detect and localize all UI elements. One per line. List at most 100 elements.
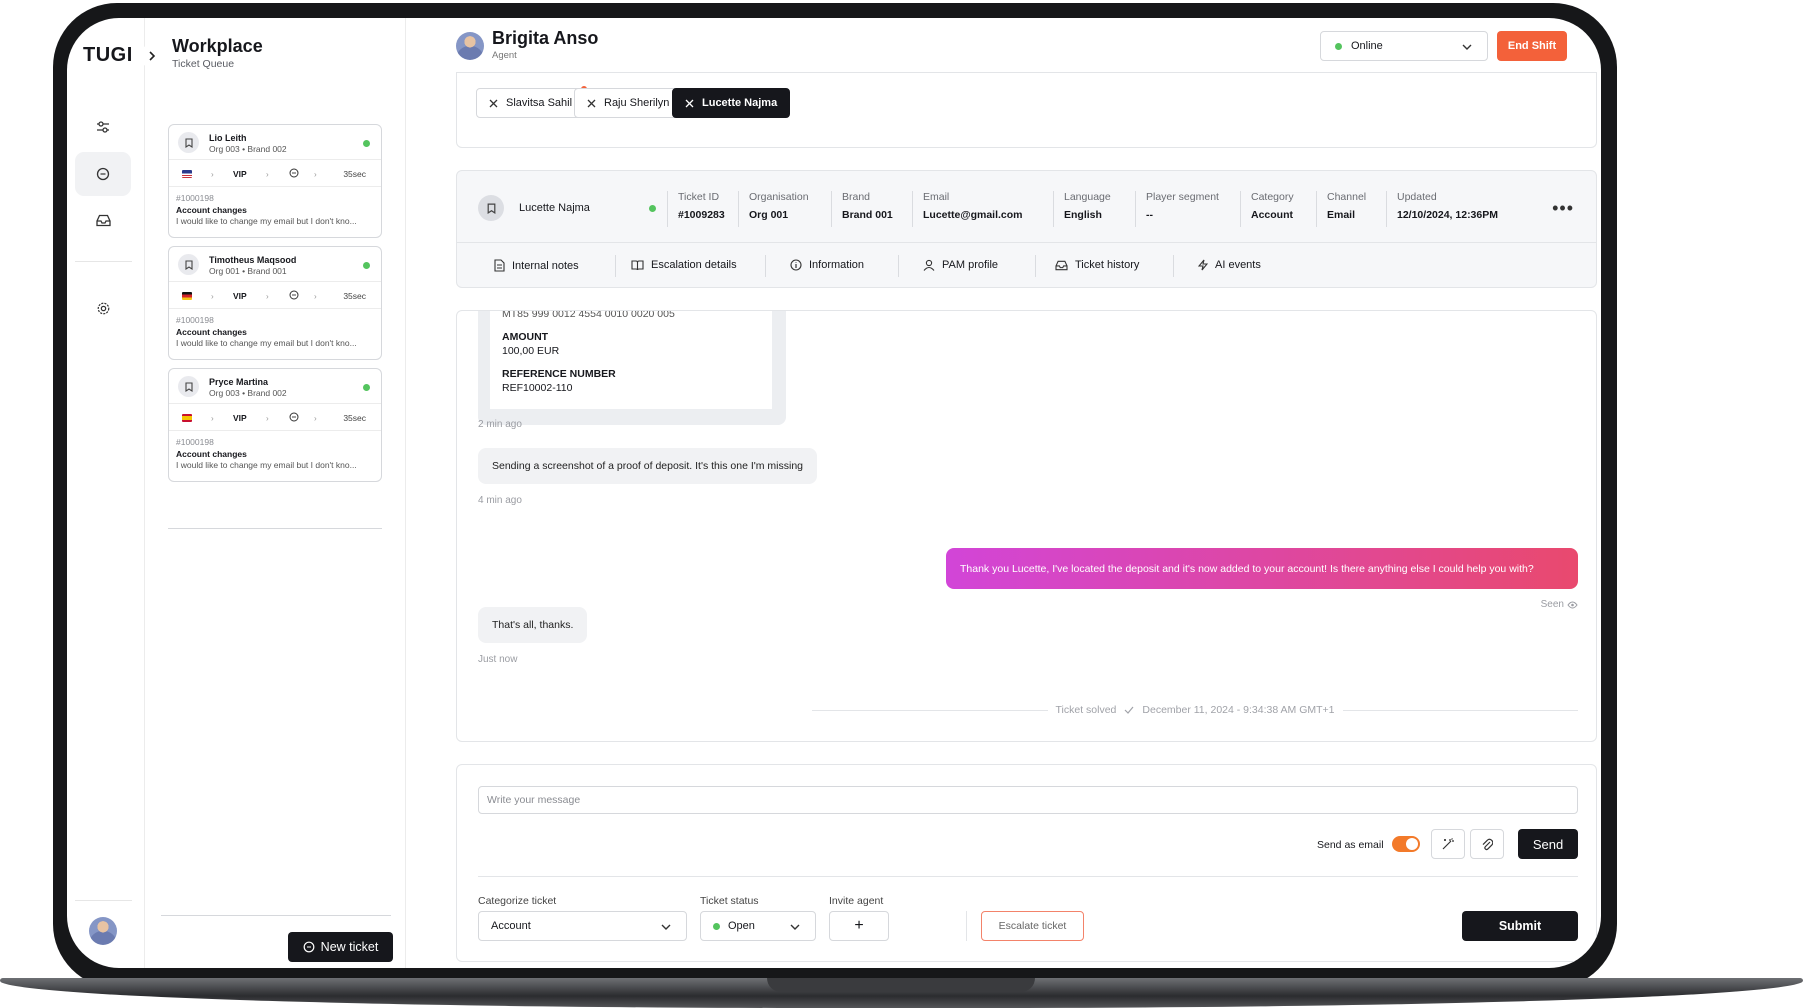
agent-status-value: Online <box>1351 40 1383 52</box>
compose-panel: Write your message Send as email Send Ca… <box>456 764 1597 962</box>
sliders-icon <box>97 121 109 133</box>
close-icon[interactable] <box>489 99 498 108</box>
ticket-category: Account changes <box>176 448 247 459</box>
bookmark-icon[interactable] <box>178 376 199 397</box>
attach-file-button[interactable] <box>1470 829 1504 859</box>
tab-information[interactable]: Information <box>790 259 864 271</box>
bookmark-icon[interactable] <box>178 254 199 275</box>
customer-name: Lucette Najma <box>519 202 590 214</box>
ticket-id: #1000198 <box>176 437 214 447</box>
queue-footer-divider <box>161 915 391 916</box>
message-input[interactable]: Write your message <box>478 786 1578 814</box>
categorize-ticket-label: Categorize ticket <box>478 895 557 907</box>
gear-icon <box>97 302 109 314</box>
escalate-ticket-button[interactable]: Escalate ticket <box>981 911 1084 941</box>
main-panel: Brigita Anso Agent Online End Shift Slav… <box>407 18 1601 968</box>
chat-plus-icon <box>303 941 315 953</box>
close-icon[interactable] <box>685 99 694 108</box>
compose-vertical-divider <box>966 911 967 941</box>
tab-ticket-history[interactable]: Ticket history <box>1055 259 1139 271</box>
agent-message: Thank you Lucette, I've located the depo… <box>946 548 1578 589</box>
invite-agent-button[interactable]: + <box>829 911 889 941</box>
inbox-icon <box>95 214 111 226</box>
app-window: TUGI Workplace Ticket Queue Lio Leith Or… <box>67 18 1601 968</box>
ticket-org-brand: Org 001 • Brand 001 <box>209 266 287 276</box>
new-ticket-label: New ticket <box>320 940 379 954</box>
ticket-customer-name: Pryce Martina <box>209 377 269 387</box>
tab-pam-profile[interactable]: PAM profile <box>923 259 998 271</box>
chevron-down-icon <box>661 924 671 930</box>
wait-time: 35sec <box>343 413 366 423</box>
settings-nav-button[interactable] <box>75 286 131 330</box>
de-flag-icon <box>182 292 192 300</box>
customer-info-panel: Lucette Najma Ticket ID #1009283 Organisa… <box>456 170 1597 288</box>
document-icon <box>494 259 505 272</box>
end-shift-button[interactable]: End Shift <box>1497 31 1567 61</box>
icon-rail: TUGI <box>67 18 164 968</box>
ai-assist-button[interactable] <box>1431 829 1465 859</box>
send-button[interactable]: Send <box>1518 829 1578 859</box>
ticket-card[interactable]: Lio Leith Org 003 • Brand 002 › VIP › › … <box>168 124 382 238</box>
lightning-icon <box>1198 259 1208 271</box>
message-timestamp: 4 min ago <box>478 495 522 506</box>
receipt-iban: MT85 999 0012 4554 0010 0020 005 <box>502 310 675 320</box>
chevron-down-icon <box>790 924 800 930</box>
filters-nav-button[interactable] <box>75 105 131 149</box>
ticket-preview: I would like to change my email but I do… <box>176 338 357 348</box>
tab-internal-notes[interactable]: Internal notes <box>494 259 579 272</box>
bookmark-icon[interactable] <box>178 132 199 153</box>
customer-bookmark-icon[interactable] <box>478 195 504 221</box>
send-as-email-toggle[interactable] <box>1392 836 1420 852</box>
field-category: Category Account <box>1240 191 1294 227</box>
ticket-status-select[interactable]: Open <box>700 911 816 941</box>
user-avatar[interactable] <box>89 917 117 945</box>
ticket-category: Account changes <box>176 204 247 215</box>
chat-tab-lucette-najma[interactable]: Lucette Najma <box>672 88 791 118</box>
chat-tab-raju-sherilyn[interactable]: Raju Sherilyn <box>574 88 683 118</box>
deposit-receipt-image[interactable]: MT85 999 0012 4554 0010 0020 005 AMOUNT … <box>478 310 786 425</box>
ticket-solved-time: December 11, 2024 - 9:34:38 AM GMT+1 <box>1142 704 1335 716</box>
new-ticket-button[interactable]: New ticket <box>288 932 393 962</box>
field-updated: Updated 12/10/2024, 12:36PM <box>1386 191 1498 227</box>
open-status-dot <box>713 922 720 930</box>
agent-header: Brigita Anso Agent Online End Shift <box>456 18 1597 73</box>
tab-escalation-details[interactable]: Escalation details <box>631 259 737 271</box>
receipt-amount-value: 100,00 EUR <box>502 345 560 357</box>
more-options-icon[interactable]: ••• <box>1552 198 1574 219</box>
close-icon[interactable] <box>587 99 596 108</box>
us-flag-icon <box>182 170 192 178</box>
ticket-card[interactable]: Timotheus Maqsood Org 001 • Brand 001 › … <box>168 246 382 360</box>
categorize-ticket-select[interactable]: Account <box>478 911 687 941</box>
ticket-card[interactable]: Pryce Martina Org 003 • Brand 002 › VIP … <box>168 368 382 482</box>
es-flag-icon <box>182 414 192 422</box>
agent-status-select[interactable]: Online <box>1320 31 1488 61</box>
ticket-solved-label: Ticket solved <box>1055 704 1117 716</box>
conversation-panel: MT85 999 0012 4554 0010 0020 005 AMOUNT … <box>456 310 1597 742</box>
customer-message: Sending a screenshot of a proof of depos… <box>478 448 818 484</box>
chat-nav-button[interactable] <box>75 152 131 196</box>
ticket-solved-divider: Ticket solved December 11, 2024 - 9:34:3… <box>457 704 1596 716</box>
submit-button[interactable]: Submit <box>1462 911 1578 941</box>
chat-tab-slavitsa-sahil[interactable]: Slavitsa Sahil <box>476 86 588 118</box>
ticket-org-brand: Org 003 • Brand 002 <box>209 388 287 398</box>
field-organisation: Organisation Org 001 <box>738 191 809 227</box>
paperclip-icon <box>1482 838 1493 851</box>
laptop-notch <box>767 978 1035 992</box>
compose-divider <box>478 876 1578 877</box>
online-status-dot <box>363 140 370 147</box>
chat-channel-icon <box>289 168 299 178</box>
receipt-reference-value: REF10002-110 <box>502 382 573 394</box>
agent-name: Brigita Anso <box>492 28 599 48</box>
tab-ai-events[interactable]: AI events <box>1198 259 1261 271</box>
chat-channel-icon <box>289 412 299 422</box>
send-as-email-label: Send as email <box>1317 839 1384 851</box>
inbox-nav-button[interactable] <box>75 198 131 242</box>
message-timestamp: 2 min ago <box>478 419 522 430</box>
invite-agent-label: Invite agent <box>829 895 884 907</box>
ticket-id: #1000198 <box>176 193 214 203</box>
chat-tab-label: Slavitsa Sahil <box>506 97 573 109</box>
message-timestamp: Just now <box>478 654 518 665</box>
eye-icon <box>1567 601 1578 608</box>
field-ticket-id: Ticket ID #1009283 <box>667 191 725 227</box>
online-status-dot <box>363 262 370 269</box>
